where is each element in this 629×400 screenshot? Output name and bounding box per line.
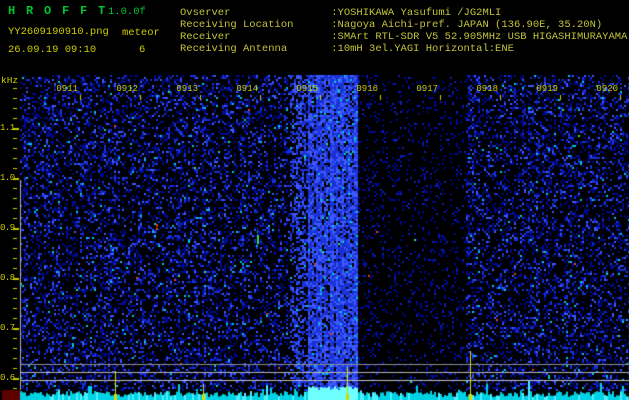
observer-info-panel: Ovserver :YOSHIKAWA Yasufumi /JG2MLI Rece…: [180, 7, 627, 55]
spectrogram-canvas: [0, 0, 629, 400]
info-line: Receiving Location :Nagoya Aichi-pref. J…: [180, 19, 603, 31]
freq-tick-label: 0.7: [0, 323, 15, 333]
mode-label: meteor: [122, 27, 160, 39]
info-line: Ovserver :YOSHIKAWA Yasufumi /JG2MLI: [180, 7, 502, 19]
time-tick-label: 0912: [116, 84, 138, 94]
freq-tick-label: 1.1: [0, 123, 15, 133]
freq-unit-label: kHz: [1, 75, 19, 86]
echo-count: 6: [139, 44, 146, 56]
freq-tick-label: 0.8: [0, 273, 15, 283]
info-line: Receiver :SMArt RTL-SDR V5 52.905MHz USB…: [180, 31, 628, 43]
time-tick-label: 0916: [356, 84, 378, 94]
time-tick-label: 0917: [416, 84, 438, 94]
time-tick-label: 0920: [596, 84, 618, 94]
observation-datetime: 26.09.19 09:10: [8, 44, 97, 56]
time-tick-label: 0919: [536, 84, 558, 94]
hrofft-screen: H R O F F T 1.0.0f YY2609190910.png mete…: [0, 0, 629, 400]
output-filename: YY2609190910.png: [8, 26, 109, 38]
time-tick-label: 0911: [56, 84, 78, 94]
time-tick-label: 0914: [236, 84, 258, 94]
time-tick-label: 0918: [476, 84, 498, 94]
time-tick-label: 0915: [296, 84, 318, 94]
freq-tick-label: 0.9: [0, 223, 15, 233]
freq-tick-label: 1.0: [0, 173, 15, 183]
freq-tick-label: 0.6: [0, 373, 15, 383]
app-title: H R O F F T: [8, 4, 108, 18]
time-tick-label: 0913: [176, 84, 198, 94]
app-version: 1.0.0f: [108, 6, 146, 18]
info-line: Receiving Antenna :10mH 3el.YAGI Horizon…: [180, 43, 514, 55]
